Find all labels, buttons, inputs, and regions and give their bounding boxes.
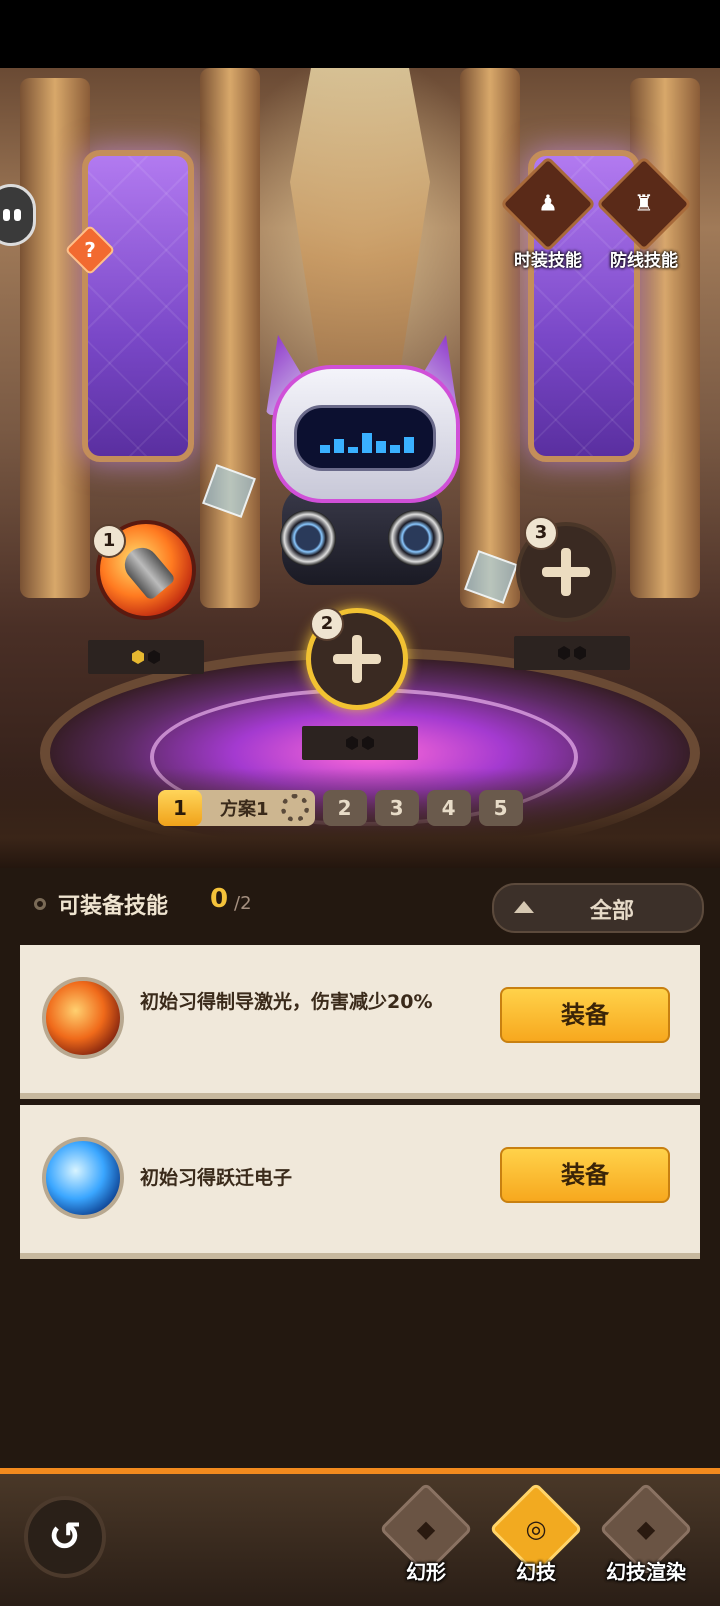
gem-plate [88,640,204,674]
equip-button[interactable]: 装备 [500,1147,670,1203]
gem-empty-icon [362,736,374,750]
fortress-icon: ♜ [595,155,693,253]
bullet-dot-icon [34,898,46,910]
slot-number: 3 [524,516,558,550]
costume-icon: ♟ [499,155,597,253]
skill-description: 初始习得跃迁电子 [140,1167,293,1189]
filter-label: 全部 [590,899,635,924]
skill-card: 初始习得跃迁电子 装备 [20,1105,700,1259]
tab-phantom-skill-render[interactable]: ◆ 幻技渲染 [596,1482,696,1585]
lightning-skill-icon [42,1137,124,1219]
pillar-decoration [20,78,90,598]
slot-number: 2 [310,607,344,641]
pillar-decoration [460,68,520,608]
laser-skill-icon [42,977,124,1059]
pillar-decoration [200,68,260,608]
scheme-tab-5[interactable]: 5 [478,790,523,826]
back-button[interactable]: ↺ [24,1496,106,1578]
skill-description: 初始习得制导激光，伤害减少20% [140,991,433,1013]
gem-empty-icon [574,646,586,660]
speaker-icon [280,510,336,566]
scheme-tab-3[interactable]: 3 [374,790,419,826]
scheme-tab-2[interactable]: 2 [322,790,367,826]
scheme-tab-4[interactable]: 4 [426,790,471,826]
tab-phantom-skill[interactable]: ◎ 幻技 [486,1482,586,1585]
speaker-icon [388,510,444,566]
gear-icon[interactable] [280,794,309,822]
scheme-number: 1 [158,790,202,826]
filter-dropdown[interactable]: 全部 [492,883,704,933]
equip-total: /2 [234,893,252,914]
robot-pet[interactable] [262,335,462,585]
skill-card: 初始习得制导激光，伤害减少20% 装备 [20,945,700,1099]
gem-empty-icon [346,736,358,750]
gem-plate [302,726,418,760]
defense-skill-button[interactable]: ♜ 防线技能 [595,155,693,271]
tab-phantom-form[interactable]: ◆ 幻形 [376,1482,476,1585]
scheme-tab-active[interactable]: 1 方案1 [158,790,315,826]
triangle-up-icon [514,901,534,913]
gem-empty-icon [148,650,160,664]
gem-filled-icon [132,650,144,664]
gem-empty-icon [558,646,570,660]
slot-number: 1 [92,524,126,558]
pillar-decoration [630,78,700,598]
costume-skill-button[interactable]: ♟ 时装技能 [499,155,597,271]
equipped-count: 0 [210,884,229,914]
scheme-name: 方案1 [220,799,269,820]
back-arrow-icon: ↺ [48,1514,82,1560]
scheme-tabs: 1 方案1 2 3 4 5 [158,790,523,826]
equalizer-icon [320,433,414,453]
stained-window [82,150,194,462]
equippable-title: 可装备技能 [58,894,169,919]
equip-button[interactable]: 装备 [500,987,670,1043]
status-bar [0,0,720,68]
bullet-skill-icon [117,540,177,602]
gem-plate [514,636,630,670]
